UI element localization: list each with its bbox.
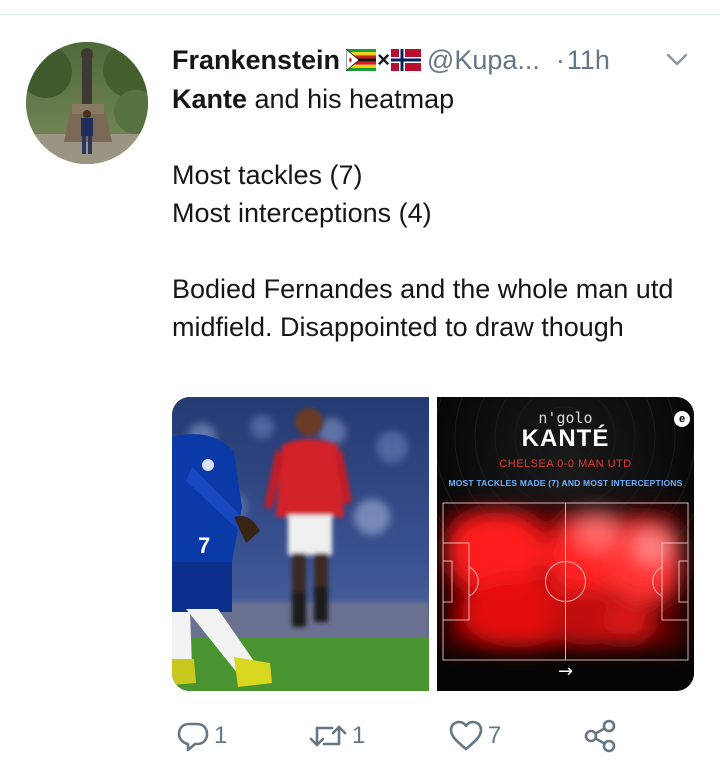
display-name[interactable]: Frankenstein — [172, 45, 340, 76]
share-button[interactable] — [582, 716, 618, 756]
heatmap-image[interactable]: n'golo KANTÉ CHELSEA 0-0 MAN UTD MOST TA… — [437, 397, 694, 691]
action-bar: 1 1 7 — [172, 716, 632, 756]
avatar[interactable] — [26, 42, 148, 164]
tweet-first-line: Kante and his heatmap — [172, 80, 692, 118]
tweet-text: Kante and his heatmap Most tackles (7) M… — [172, 80, 692, 346]
heatmap-logo-icon: e — [674, 411, 690, 427]
tweet-stats: Most tackles (7) Most interceptions (4) — [172, 156, 692, 232]
reply-button[interactable]: 1 — [176, 716, 227, 756]
handle[interactable]: @Kupa... — [427, 45, 540, 76]
stat-interceptions: Most interceptions (4) — [172, 198, 432, 228]
tweet-header: Frankenstein × @Kupa... · 11h — [172, 40, 702, 80]
top-divider — [0, 14, 720, 15]
match-photo-graphic: 7 — [172, 397, 429, 691]
heart-icon — [449, 720, 483, 751]
heatmap-score: CHELSEA 0-0 MAN UTD — [499, 458, 632, 470]
retweet-button[interactable]: 1 — [308, 716, 365, 756]
like-button[interactable]: 7 — [448, 716, 501, 756]
chevron-down-icon[interactable] — [664, 46, 690, 72]
tweet-paragraph: Bodied Fernandes and the whole man utd m… — [172, 274, 674, 342]
retweet-icon — [309, 725, 347, 747]
heatmap-caption: MOST TACKLES MADE (7) AND MOST INTERCEPT… — [448, 478, 683, 488]
tweet-first-line-rest: and his heatmap — [247, 84, 455, 114]
share-icon — [584, 719, 616, 753]
svg-text:7: 7 — [198, 533, 210, 558]
statue-photo — [26, 42, 148, 164]
flag-separator: × — [377, 47, 390, 72]
reply-icon — [177, 722, 209, 752]
norway-flag-icon — [390, 49, 421, 71]
retweet-count: 1 — [352, 722, 366, 749]
separator-dot: · — [555, 44, 565, 75]
stat-tackles: Most tackles (7) — [172, 160, 363, 190]
timestamp[interactable]: 11h — [567, 45, 610, 76]
flags: × — [346, 47, 421, 73]
reply-count: 1 — [214, 722, 228, 749]
tweet-bold-word[interactable]: Kante — [172, 84, 247, 114]
media-grid: 7 n'golo KANTÉ CHELSEA 0-0 MAN UTD MOST … — [172, 397, 694, 691]
heatmap-title: KANTÉ — [521, 425, 610, 452]
direction-arrow: → — [557, 661, 574, 682]
like-count: 7 — [488, 722, 502, 749]
zimbabwe-flag-icon — [346, 49, 377, 71]
football-match-photo[interactable]: 7 — [172, 397, 429, 691]
